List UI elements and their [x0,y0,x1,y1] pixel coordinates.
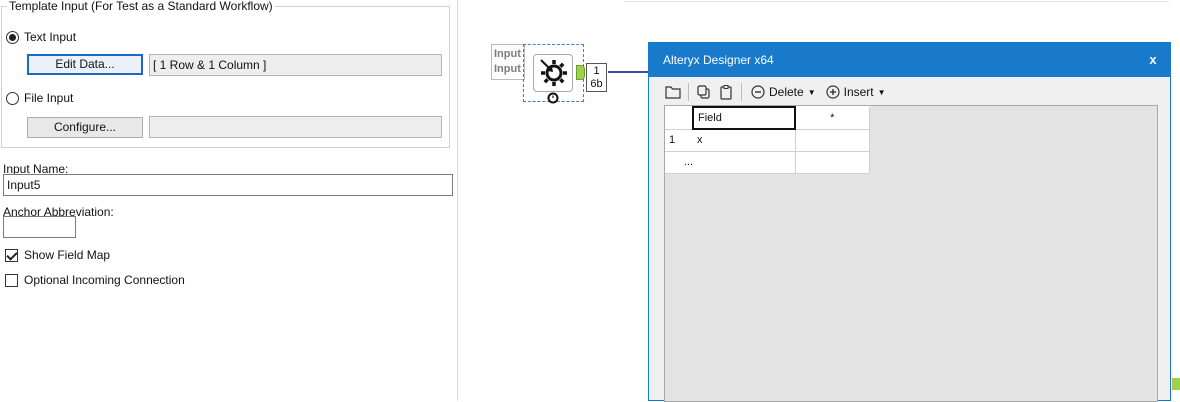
chevron-down-icon: ▼ [877,87,886,97]
offscreen-anchor [1172,378,1180,390]
text-input-label: Text Input [24,30,77,44]
insert-button[interactable]: Insert ▼ [823,85,889,99]
group-title: Template Input (For Test as a Standard W… [7,0,275,13]
edit-data-dialog: Alteryx Designer x64 x Delete ▼ Insert ▼ [648,42,1171,402]
field-column-header[interactable]: Field [692,106,796,130]
grid-cell[interactable] [795,151,870,174]
file-input-option[interactable]: File Input [6,91,73,105]
new-column-header[interactable]: * [795,107,870,130]
template-input-group: Template Input (For Test as a Standard W… [1,0,450,148]
macro-input-tool[interactable] [533,54,573,92]
clipboard-icon[interactable] [717,83,735,101]
macro-input-gear-icon [540,59,567,86]
dialog-titlebar[interactable]: Alteryx Designer x64 x [649,43,1170,77]
file-input-label: File Input [24,91,74,105]
insert-label: Insert [843,85,874,99]
file-input-radio[interactable] [6,91,19,105]
configuration-panel: Template Input (For Test as a Standard W… [0,0,458,401]
grid-cell[interactable] [693,151,796,174]
canvas-ruler-line [624,1,1180,2]
new-row: ... [665,151,870,174]
toolbar-separator [688,83,689,101]
show-field-map-checkbox[interactable] [5,248,18,262]
copy-icon[interactable] [695,83,713,101]
close-button[interactable]: x [1136,43,1170,77]
optional-incoming-label: Optional Incoming Connection [24,273,185,287]
minus-circle-icon [751,85,765,99]
text-input-radio[interactable] [6,30,19,44]
new-row-marker[interactable]: ... [665,151,693,174]
grid-cell[interactable]: x [693,129,796,152]
configure-button[interactable]: Configure... [27,117,143,138]
folder-icon[interactable] [664,83,682,101]
data-grid: Field * 1 x ... [665,106,870,174]
optional-incoming-option[interactable]: Optional Incoming Connection [5,273,185,287]
show-field-map-label: Show Field Map [24,248,111,262]
show-field-map-option[interactable]: Show Field Map [5,248,110,262]
optional-incoming-checkbox[interactable] [5,273,18,287]
annotation-line-1: Input [494,48,521,60]
table-row: 1 x [665,129,870,152]
data-grid-area[interactable]: Field * 1 x ... [664,105,1158,402]
dialog-toolbar: Delete ▼ Insert ▼ [664,82,889,102]
record-count-badge: 1 6b [586,63,607,92]
record-count: 1 [593,65,600,77]
corner-cell [665,107,693,130]
tool-annotation: Input Input [491,44,525,80]
clock-badge-icon [547,92,559,104]
plus-circle-icon [826,85,840,99]
row-header[interactable]: 1 [665,129,693,152]
dialog-title: Alteryx Designer x64 [663,53,774,67]
edit-data-button[interactable]: Edit Data... [27,54,143,75]
text-input-option[interactable]: Text Input [6,30,76,44]
anchor-abbreviation-field[interactable] [3,216,76,238]
output-anchor[interactable] [576,65,585,80]
data-summary-field: [ 1 Row & 1 Column ] [149,54,442,76]
input-name-field[interactable]: Input5 [3,174,453,196]
delete-button[interactable]: Delete ▼ [748,85,819,99]
record-size: 6b [590,78,603,90]
file-path-field [149,116,442,138]
grid-header-row: Field * [665,106,870,130]
toolbar-separator [741,83,742,101]
chevron-down-icon: ▼ [807,87,816,97]
annotation-line-2: Input [494,63,521,75]
connection-line[interactable] [608,71,648,73]
delete-label: Delete [769,85,804,99]
grid-cell[interactable] [795,129,870,152]
